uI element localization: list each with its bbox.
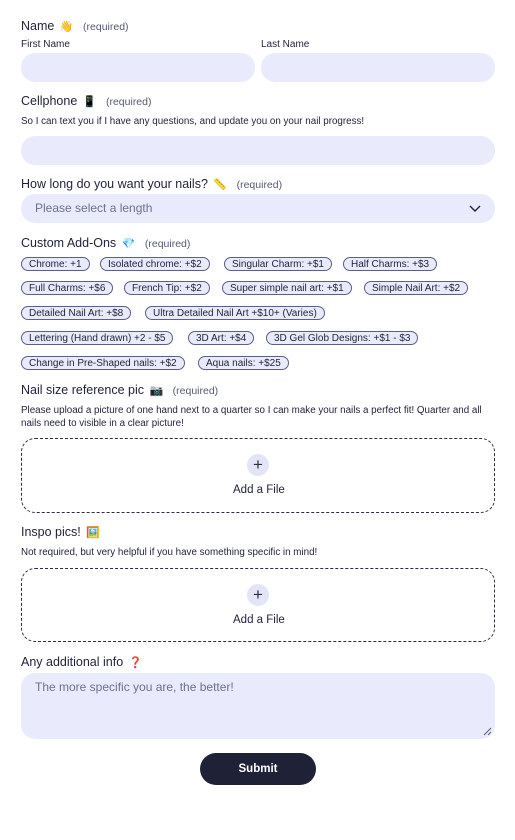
inspo-label: Inspo pics! — [21, 525, 81, 539]
addon-chip-detailed-nail-art[interactable]: Detailed Nail Art: +$8 — [21, 306, 132, 320]
nail-size-description: Please upload a picture of one hand next… — [21, 405, 482, 429]
inspo-description: Not required, but very helpful if you ha… — [21, 547, 318, 558]
addon-chip-3d-gel-glob[interactable]: 3D Gel Glob Designs: +$1 - $3 — [266, 331, 419, 345]
addons-required: (required) — [144, 238, 191, 250]
plus-icon[interactable]: + — [247, 584, 269, 606]
inspo-add-file-label[interactable]: Add a File — [233, 614, 285, 626]
last-name-input[interactable] — [261, 53, 495, 82]
order-form: Name 👋 (required) First Name Last Name C… — [0, 0, 515, 840]
name-required: (required) — [83, 21, 129, 33]
nail-size-upload-zone[interactable]: + Add a File — [21, 438, 495, 513]
camera-icon: 📷 — [149, 385, 164, 397]
additional-info-textarea[interactable]: The more specific you are, the better! — [21, 673, 495, 739]
addons-label-row: Custom Add-Ons 💎 (required) — [21, 236, 190, 250]
nail-size-label: Nail size reference pic — [21, 383, 144, 397]
additional-info-placeholder: The more specific you are, the better! — [35, 680, 234, 694]
plus-icon[interactable]: + — [247, 454, 269, 476]
addon-chip-half-charms[interactable]: Half Charms: +$3 — [343, 257, 438, 271]
addons-label: Custom Add-Ons — [21, 236, 117, 250]
name-label-row: Name 👋 (required) — [21, 19, 129, 33]
addon-chip-super-simple-nail-art[interactable]: Super simple nail art: +$1 — [222, 281, 352, 295]
length-required: (required) — [236, 179, 283, 191]
length-label: How long do you want your nails? — [21, 177, 208, 191]
addon-chip-aqua-nails[interactable]: Aqua nails: +$25 — [198, 356, 289, 370]
submit-button[interactable]: Submit — [200, 753, 316, 785]
addon-chip-isolated-chrome[interactable]: Isolated chrome: +$2 — [100, 257, 210, 271]
name-label: Name — [21, 19, 55, 33]
cellphone-label: Cellphone — [21, 94, 78, 108]
addon-chip-simple-nail-art[interactable]: Simple Nail Art: +$2 — [364, 281, 469, 295]
addon-chip-singular-charm[interactable]: Singular Charm: +$1 — [224, 257, 332, 271]
inspo-label-row: Inspo pics! 🖼️ — [21, 525, 100, 539]
addon-chip-chrome[interactable]: Chrome: +1 — [21, 257, 90, 271]
addon-chip-3d-art[interactable]: 3D Art: +$4 — [188, 331, 255, 345]
cellphone-label-row: Cellphone 📱 (required) — [21, 94, 152, 108]
ruler-icon: 📏 — [213, 179, 228, 191]
addon-chip-pre-shaped-change[interactable]: Change in Pre-Shaped nails: +$2 — [21, 356, 185, 370]
cellphone-required: (required) — [105, 96, 152, 108]
addon-chip-lettering[interactable]: Lettering (Hand drawn) +2 - $5 — [21, 331, 174, 345]
length-label-row: How long do you want your nails? 📏 (requ… — [21, 177, 282, 191]
addon-chip-ultra-detailed-nail-art[interactable]: Ultra Detailed Nail Art +$10+ (Varies) — [145, 306, 325, 320]
cellphone-input[interactable] — [21, 136, 495, 165]
addon-chip-full-charms[interactable]: Full Charms: +$6 — [21, 281, 114, 295]
first-name-label: First Name — [21, 39, 70, 50]
waving-hand-icon: 👋 — [59, 21, 74, 33]
additional-label-row: Any additional info ❓ — [21, 655, 142, 669]
length-select-placeholder: Please select a length — [35, 201, 153, 215]
question-mark-icon: ❓ — [128, 657, 143, 669]
resize-handle-icon[interactable] — [483, 727, 492, 736]
phone-icon: 📱 — [82, 96, 97, 108]
nail-size-required: (required) — [172, 385, 219, 397]
nail-size-add-file-label[interactable]: Add a File — [233, 484, 285, 496]
chevron-down-icon — [469, 205, 481, 212]
additional-label: Any additional info — [21, 655, 124, 669]
cellphone-description: So I can text you if I have any question… — [21, 116, 365, 127]
length-select[interactable]: Please select a length — [21, 194, 495, 223]
addon-chip-french-tip[interactable]: French Tip: +$2 — [124, 281, 210, 295]
inspo-upload-zone[interactable]: + Add a File — [21, 568, 495, 642]
picture-icon: 🖼️ — [86, 527, 100, 539]
gem-icon: 💎 — [121, 238, 136, 250]
last-name-label: Last Name — [261, 39, 310, 50]
first-name-input[interactable] — [21, 53, 255, 82]
nail-size-label-row: Nail size reference pic 📷 (required) — [21, 383, 218, 397]
